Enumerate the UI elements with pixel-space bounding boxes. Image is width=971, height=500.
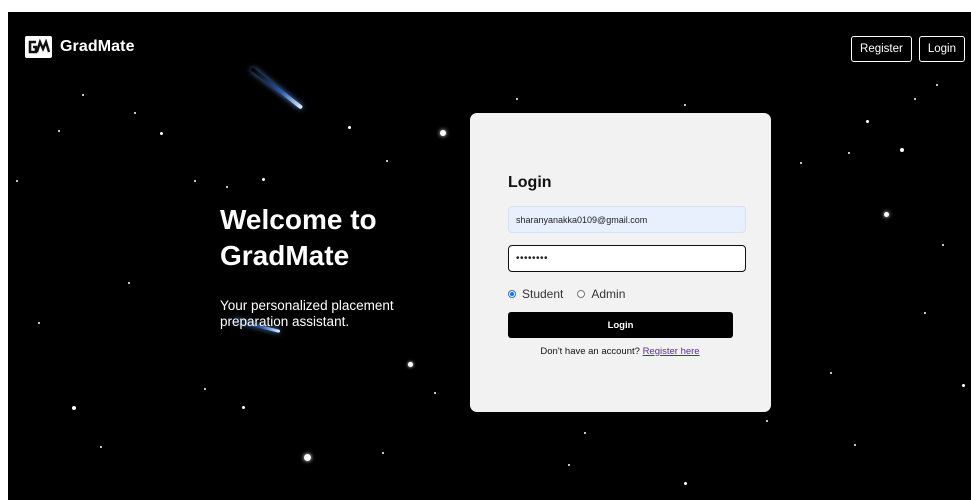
register-prompt: Don't have an account?	[540, 346, 640, 357]
gm-logo-mark	[28, 39, 50, 54]
star	[884, 212, 889, 217]
star	[440, 130, 446, 136]
star	[242, 406, 245, 409]
nav-buttons: Register Login	[851, 36, 965, 62]
email-field[interactable]	[508, 206, 746, 233]
star	[900, 148, 904, 152]
brand[interactable]: GradMate	[25, 36, 135, 58]
star	[82, 94, 84, 96]
star	[128, 282, 130, 284]
register-prompt-line: Don't have an account? Register here	[470, 346, 732, 357]
star	[16, 180, 18, 182]
admin-label: Admin	[591, 287, 626, 301]
password-field[interactable]	[508, 245, 746, 272]
star	[434, 392, 436, 394]
register-here-link[interactable]: Register here	[643, 346, 700, 357]
login-card: Login Student Admin Login Don't have an …	[470, 113, 771, 412]
star	[58, 130, 60, 132]
register-nav-button[interactable]: Register	[851, 36, 912, 62]
starfield-background: GradMate Register Login Welcome to GradM…	[8, 12, 971, 500]
star	[194, 180, 196, 182]
student-label: Student	[522, 287, 564, 301]
star	[800, 162, 802, 164]
star	[226, 186, 228, 188]
star	[854, 444, 856, 446]
star	[766, 420, 768, 422]
star	[830, 372, 832, 374]
star	[684, 482, 687, 485]
star	[914, 98, 916, 100]
star	[100, 446, 102, 448]
star	[348, 126, 351, 129]
star	[408, 362, 413, 367]
star	[866, 120, 869, 123]
star	[134, 112, 136, 114]
star	[568, 464, 570, 466]
star	[684, 104, 686, 106]
admin-radio[interactable]	[577, 290, 586, 298]
role-selector: Student Admin	[508, 287, 625, 301]
hero-title: Welcome to GradMate	[220, 204, 377, 271]
hero-section: Welcome to GradMate Your personalized pl…	[220, 202, 450, 330]
hero-subtitle: Your personalized placement preparation …	[220, 298, 394, 329]
star	[516, 98, 518, 100]
star	[262, 178, 265, 181]
star	[924, 312, 926, 314]
star	[848, 152, 850, 154]
role-admin[interactable]: Admin	[577, 287, 625, 301]
role-student[interactable]: Student	[508, 287, 563, 301]
star	[160, 132, 163, 135]
navbar: GradMate Register Login	[8, 12, 971, 84]
student-radio[interactable]	[508, 290, 516, 298]
star	[386, 160, 388, 162]
star	[936, 84, 938, 86]
gradmate-logo	[25, 36, 52, 58]
star	[382, 452, 384, 454]
star	[204, 388, 206, 390]
login-title: Login	[508, 174, 552, 191]
star	[962, 384, 965, 387]
star	[72, 406, 76, 410]
brand-name: GradMate	[60, 38, 135, 55]
star	[942, 244, 944, 246]
star	[584, 432, 586, 434]
star	[38, 322, 40, 324]
star	[304, 454, 311, 461]
login-submit-button[interactable]: Login	[508, 312, 733, 338]
login-nav-button[interactable]: Login	[918, 36, 965, 62]
